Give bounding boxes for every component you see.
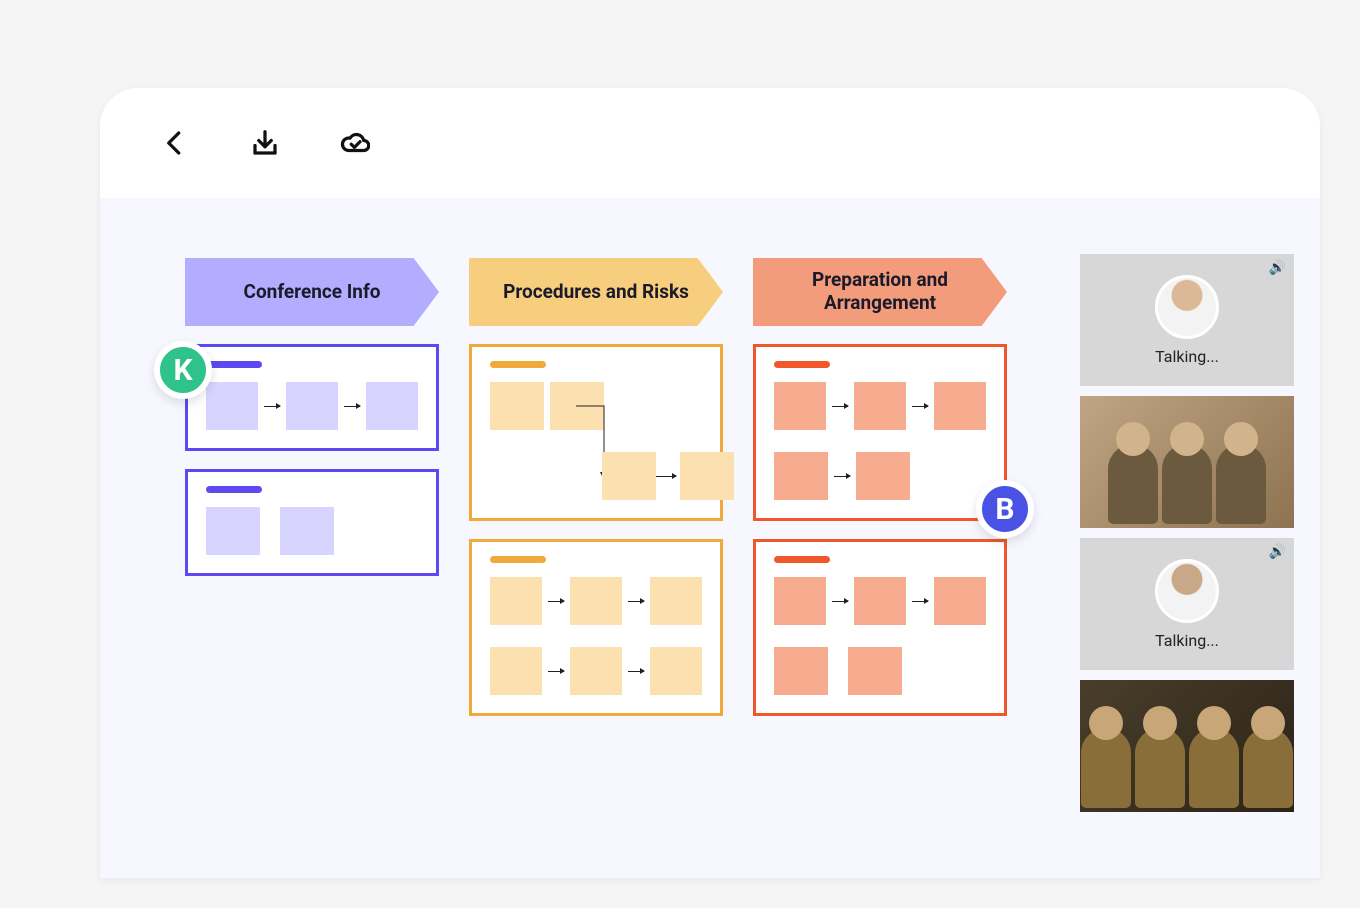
flow-arrow-icon [912, 406, 928, 407]
flow-row [774, 382, 986, 430]
people-photo [1080, 396, 1294, 528]
flow-stagger [490, 382, 702, 500]
user-badge-k[interactable]: K [154, 341, 212, 399]
flow-box [490, 382, 544, 430]
avatar [1155, 275, 1219, 339]
flow-arrow-icon [344, 406, 360, 407]
card-strip [206, 361, 262, 368]
flow-arrow-icon [832, 406, 848, 407]
column-title: Preparation and Arrangement [761, 269, 999, 315]
flow-box [774, 452, 828, 500]
app-window: Conference Info K [100, 88, 1320, 878]
canvas[interactable]: Conference Info K [100, 198, 1320, 878]
people-photo [1080, 680, 1294, 812]
flow-row [774, 577, 986, 625]
flow-box [650, 577, 702, 625]
video-tile-photo[interactable] [1080, 680, 1294, 812]
card-strip [774, 361, 830, 368]
flow-row [490, 647, 702, 695]
speaker-icon: 🔊 [1269, 260, 1286, 276]
flow-arrow-icon [628, 671, 644, 672]
flow-arrow-icon [548, 601, 564, 602]
flow-row [490, 577, 702, 625]
video-tile-photo[interactable] [1080, 396, 1294, 528]
column-procedures-risks: Procedures and Risks [469, 258, 723, 716]
flow-box [848, 647, 902, 695]
download-button[interactable] [250, 128, 280, 158]
flow-arrow-icon [548, 671, 564, 672]
video-tile-talking[interactable]: 🔊 Talking... [1080, 538, 1294, 670]
column-title: Conference Info [244, 281, 381, 304]
back-button[interactable] [160, 128, 190, 158]
video-tile-talking[interactable]: 🔊 Talking... [1080, 254, 1294, 386]
cloud-check-icon [340, 128, 370, 158]
chevron-left-icon [160, 128, 190, 158]
column-header[interactable]: Procedures and Risks [469, 258, 723, 326]
column-header[interactable]: Conference Info [185, 258, 439, 326]
diagram-card[interactable] [185, 469, 439, 576]
video-status-label: Talking... [1155, 631, 1219, 650]
flow-box [490, 577, 542, 625]
flow-box [680, 452, 734, 500]
card-strip [774, 556, 830, 563]
flow-box [774, 382, 826, 430]
column-title: Procedures and Risks [503, 281, 689, 304]
video-panel: 🔊 Talking... 🔊 Talking... [1080, 254, 1294, 812]
flow-arrow-icon [656, 476, 676, 477]
flow-box [774, 647, 828, 695]
user-badge-b[interactable]: B [976, 480, 1034, 538]
flow-box [934, 382, 986, 430]
column-header[interactable]: Preparation and Arrangement [753, 258, 1007, 326]
flow-box [774, 577, 826, 625]
avatar [1155, 559, 1219, 623]
flow-row [206, 507, 418, 555]
flow-box [934, 577, 986, 625]
flow-box [570, 647, 622, 695]
flow-arrow-icon [264, 406, 280, 407]
flow-row [774, 647, 986, 695]
flow-arrow-icon [912, 601, 928, 602]
column-preparation-arrangement: Preparation and Arrangement [753, 258, 1007, 716]
flow-box [856, 452, 910, 500]
cloud-sync-button[interactable] [340, 128, 370, 158]
flow-box [854, 382, 906, 430]
flow-box [602, 452, 656, 500]
flow-row [774, 452, 986, 500]
flow-box [286, 382, 338, 430]
diagram-card[interactable] [753, 539, 1007, 716]
flow-box [206, 507, 260, 555]
flow-box [490, 647, 542, 695]
flow-arrow-icon [628, 601, 644, 602]
columns: Conference Info K [185, 258, 1007, 716]
card-strip [490, 556, 546, 563]
toolbar [100, 88, 1320, 198]
column-conference-info: Conference Info K [185, 258, 439, 716]
flow-box [366, 382, 418, 430]
flow-arrow-icon [832, 601, 848, 602]
diagram-card[interactable] [469, 344, 723, 521]
flow-row [206, 382, 418, 430]
flow-box [280, 507, 334, 555]
card-strip [206, 486, 262, 493]
card-strip [490, 361, 546, 368]
flow-box [854, 577, 906, 625]
flow-box [650, 647, 702, 695]
download-icon [250, 128, 280, 158]
diagram-card[interactable]: B [753, 344, 1007, 521]
speaker-icon: 🔊 [1269, 544, 1286, 560]
diagram-card[interactable]: K [185, 344, 439, 451]
flow-arrow-icon [834, 476, 850, 477]
video-status-label: Talking... [1155, 347, 1219, 366]
diagram-card[interactable] [469, 539, 723, 716]
flow-box [206, 382, 258, 430]
flow-box [570, 577, 622, 625]
